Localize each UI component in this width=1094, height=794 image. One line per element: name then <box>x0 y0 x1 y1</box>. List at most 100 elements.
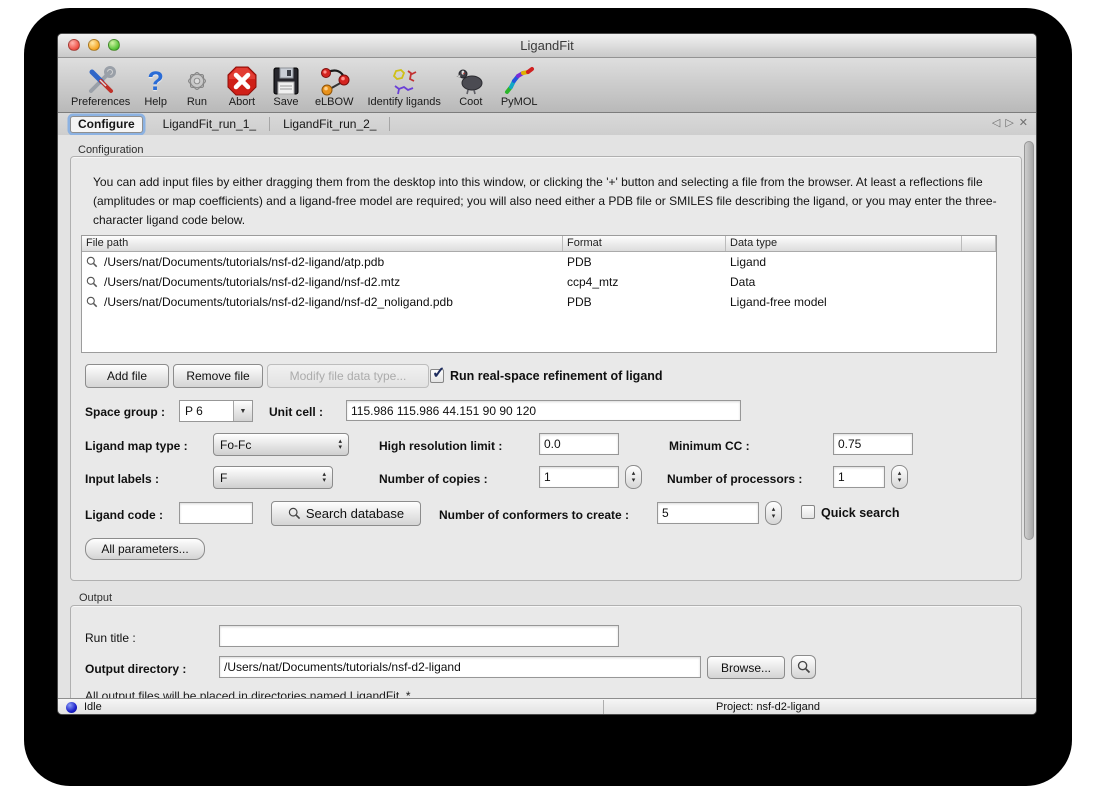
chevron-down-icon[interactable] <box>233 401 252 421</box>
copies-stepper[interactable] <box>625 465 642 489</box>
search-database-button[interactable]: Search database <box>271 501 421 526</box>
abort-icon <box>227 63 257 96</box>
output-directory-label: Output directory : <box>85 662 186 676</box>
run-button[interactable]: Run <box>174 61 220 112</box>
instructions-text: You can add input files by either draggi… <box>93 173 1007 230</box>
column-header-blank <box>962 236 996 251</box>
tab-configure[interactable]: Configure <box>70 116 143 133</box>
space-group-combo[interactable]: P 6 <box>179 400 253 422</box>
column-header-format[interactable]: Format <box>563 236 726 251</box>
status-text: Idle <box>84 701 102 713</box>
file-path-cell: /Users/nat/Documents/tutorials/nsf-d2-li… <box>82 295 563 309</box>
tab-ligandfit-run-1[interactable]: LigandFit_run_1_ <box>153 115 266 133</box>
toolbar-label: Identify ligands <box>367 96 440 109</box>
minimum-cc-label: Minimum CC : <box>669 439 750 453</box>
scrollbar-thumb[interactable] <box>1024 141 1034 540</box>
output-directory-field[interactable] <box>219 656 701 678</box>
all-parameters-button[interactable]: All parameters... <box>85 538 205 560</box>
remove-file-button[interactable]: Remove file <box>173 364 263 388</box>
file-path-cell: /Users/nat/Documents/tutorials/nsf-d2-li… <box>82 255 563 269</box>
coot-icon <box>455 63 487 96</box>
table-row[interactable]: /Users/nat/Documents/tutorials/nsf-d2-li… <box>82 292 996 312</box>
number-of-processors-field[interactable] <box>833 466 885 488</box>
ligand-code-label: Ligand code : <box>85 508 163 522</box>
toolbar-label: Run <box>187 96 207 109</box>
save-button[interactable]: Save <box>264 61 308 112</box>
identify-ligands-icon <box>387 63 421 96</box>
unit-cell-label: Unit cell : <box>269 405 323 419</box>
identify-ligands-button[interactable]: Identify ligands <box>360 61 447 112</box>
data-type-cell: Ligand <box>726 255 962 269</box>
help-button[interactable]: ? Help <box>137 61 174 112</box>
add-file-button[interactable]: Add file <box>85 364 169 388</box>
minimum-cc-field[interactable] <box>833 433 913 455</box>
processors-stepper[interactable] <box>891 465 908 489</box>
input-labels-popup[interactable]: F <box>213 466 333 489</box>
configuration-group-label: Configuration <box>78 144 143 156</box>
popup-arrows-icon <box>322 472 326 484</box>
realspace-refinement-checkbox[interactable] <box>430 369 444 383</box>
data-type-cell: Data <box>726 275 962 289</box>
conformers-field[interactable] <box>657 502 759 524</box>
file-path: /Users/nat/Documents/tutorials/nsf-d2-li… <box>104 255 384 269</box>
ligand-code-field[interactable] <box>179 502 253 524</box>
table-row[interactable]: /Users/nat/Documents/tutorials/nsf-d2-li… <box>82 272 996 292</box>
output-group-label: Output <box>79 592 112 604</box>
conformers-stepper[interactable] <box>765 501 782 525</box>
run-title-field[interactable] <box>219 625 619 647</box>
file-table[interactable]: File path Format Data type /Users/nat/Do… <box>81 235 997 353</box>
unit-cell-field[interactable] <box>346 400 741 421</box>
column-header-data-type[interactable]: Data type <box>726 236 962 251</box>
open-directory-button[interactable] <box>791 655 816 679</box>
search-icon <box>288 507 301 520</box>
format-cell: PDB <box>563 255 726 269</box>
elbow-icon <box>318 63 350 96</box>
number-of-copies-field[interactable] <box>539 466 619 488</box>
table-row[interactable]: /Users/nat/Documents/tutorials/nsf-d2-li… <box>82 252 996 272</box>
status-bar: Idle Project: nsf-d2-ligand <box>58 698 1037 715</box>
toolbar-label: Coot <box>459 96 482 109</box>
run-title-label: Run title : <box>85 631 136 645</box>
column-header-file-path[interactable]: File path <box>82 236 563 251</box>
file-path: /Users/nat/Documents/tutorials/nsf-d2-li… <box>104 295 453 309</box>
file-path: /Users/nat/Documents/tutorials/nsf-d2-li… <box>104 275 400 289</box>
ligand-map-type-popup[interactable]: Fo-Fc <box>213 433 349 456</box>
tab-nav <box>992 116 1028 129</box>
toolbar-label: eLBOW <box>315 96 354 109</box>
vertical-scrollbar[interactable] <box>1023 135 1036 698</box>
output-note: All output files will be placed in direc… <box>85 689 411 698</box>
ligand-map-type-label: Ligand map type : <box>85 439 188 453</box>
traffic-lights <box>68 39 120 51</box>
modify-file-data-type-button[interactable]: Modify file data type... <box>267 364 429 388</box>
quick-search-label: Quick search <box>821 506 900 520</box>
zoom-button[interactable] <box>108 39 120 51</box>
high-resolution-limit-field[interactable] <box>539 433 619 455</box>
abort-button[interactable]: Abort <box>220 61 264 112</box>
file-table-header: File path Format Data type <box>82 236 996 252</box>
preferences-icon <box>85 63 117 96</box>
coot-button[interactable]: Coot <box>448 61 494 112</box>
tab-bar: Configure LigandFit_run_1_ LigandFit_run… <box>58 113 1036 135</box>
file-preview-icon <box>86 296 98 308</box>
tab-scroll-right-icon[interactable] <box>1005 116 1013 129</box>
toolbar-label: Abort <box>229 96 255 109</box>
close-button[interactable] <box>68 39 80 51</box>
elbow-button[interactable]: eLBOW <box>308 61 361 112</box>
tab-close-icon[interactable] <box>1019 116 1028 129</box>
number-of-processors-label: Number of processors : <box>667 472 802 486</box>
search-database-label: Search database <box>306 506 404 521</box>
toolbar-label: Help <box>144 96 167 109</box>
browse-button[interactable]: Browse... <box>707 656 785 679</box>
status-indicator-icon <box>66 702 77 713</box>
tab-scroll-left-icon[interactable] <box>992 116 1000 129</box>
input-labels-label: Input labels : <box>85 472 159 486</box>
number-of-copies-label: Number of copies : <box>379 472 488 486</box>
tab-ligandfit-run-2[interactable]: LigandFit_run_2_ <box>273 115 386 133</box>
minimize-button[interactable] <box>88 39 100 51</box>
input-labels-value: F <box>220 471 227 485</box>
configure-panel: Configuration You can add input files by… <box>58 135 1037 698</box>
preferences-button[interactable]: Preferences <box>64 61 137 112</box>
toolbar-label: Preferences <box>71 96 130 109</box>
pymol-button[interactable]: PyMOL <box>494 61 545 112</box>
quick-search-checkbox[interactable] <box>801 505 815 519</box>
